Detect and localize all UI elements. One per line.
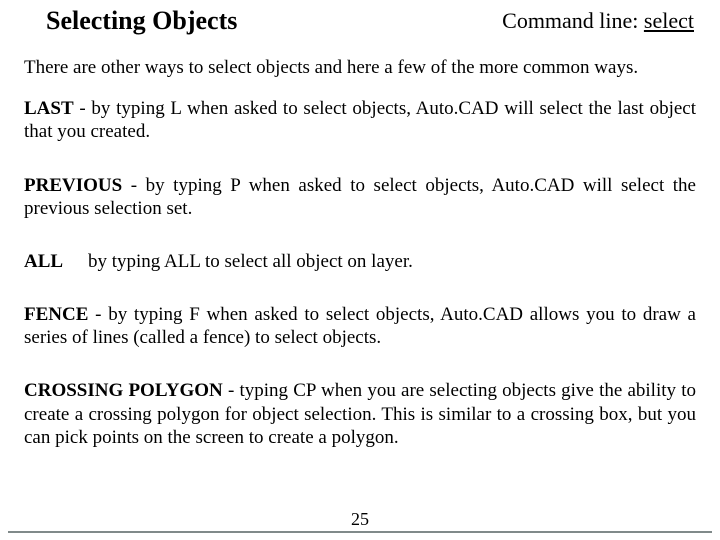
item-last: LAST - by typing L when asked to select …	[24, 97, 696, 143]
item-fence: FENCE - by typing F when asked to select…	[24, 303, 696, 349]
slide: Selecting Objects Command line: select T…	[0, 0, 720, 540]
page-number: 25	[0, 509, 720, 530]
keyword-last: LAST	[24, 98, 74, 119]
intro-paragraph: There are other ways to select objects a…	[24, 56, 696, 79]
item-crossing-polygon: CROSSING POLYGON - typing CP when you ar…	[24, 379, 696, 449]
keyword-fence: FENCE	[24, 304, 88, 325]
footer-divider	[8, 531, 712, 533]
item-all: ALLby typing ALL to select all object on…	[24, 250, 696, 273]
keyword-crossing-polygon: CROSSING POLYGON	[24, 380, 223, 401]
keyword-all: ALL	[24, 250, 88, 273]
keyword-previous: PREVIOUS	[24, 175, 122, 196]
item-all-text: by typing ALL to select all object on la…	[88, 251, 413, 272]
item-previous-text: - by typing P when asked to select objec…	[24, 175, 696, 219]
item-last-text: - by typing L when asked to select objec…	[24, 98, 696, 142]
item-previous: PREVIOUS - by typing P when asked to sel…	[24, 174, 696, 220]
command-line-command: select	[644, 8, 694, 33]
command-line-prefix: Command line:	[502, 8, 644, 33]
header: Selecting Objects Command line: select	[0, 4, 720, 44]
item-fence-text: - by typing F when asked to select objec…	[24, 304, 696, 348]
command-line-label: Command line: select	[502, 8, 694, 34]
page-title: Selecting Objects	[46, 6, 237, 36]
body-text: There are other ways to select objects a…	[24, 56, 696, 449]
